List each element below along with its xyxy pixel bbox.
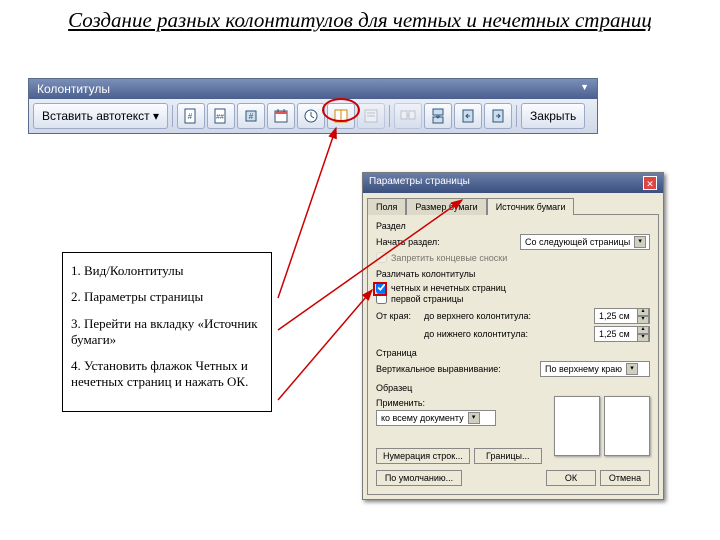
dialog-title-text: Параметры страницы — [369, 176, 470, 190]
close-toolbar-button[interactable]: Закрыть — [521, 103, 585, 129]
instruction-step-3: 3. Перейти на вкладку «Источник бумаги» — [71, 316, 263, 349]
tab-paper-size[interactable]: Размер бумаги — [406, 198, 486, 215]
to-header-label: до верхнего колонтитула: — [424, 311, 590, 321]
apply-to-value: ко всему документу — [381, 413, 464, 423]
first-page-label: первой страницы — [391, 294, 463, 304]
same-as-previous-icon[interactable] — [394, 103, 422, 129]
page-title: Создание разных колонтитулов для четных … — [0, 0, 720, 37]
start-section-label: Начать раздел: — [376, 237, 516, 247]
tab-paper-source[interactable]: Источник бумаги — [487, 198, 575, 215]
toolbar-separator — [389, 105, 390, 127]
insert-autotext-button[interactable]: Вставить автотекст ▾ — [33, 103, 168, 129]
borders-button[interactable]: Границы... — [474, 448, 542, 464]
chevron-down-icon: ▾ — [634, 236, 646, 248]
toolbar-separator — [172, 105, 173, 127]
cancel-button[interactable]: Отмена — [600, 470, 650, 486]
show-next-icon[interactable] — [484, 103, 512, 129]
apply-to-label: Применить: — [376, 398, 550, 408]
spin-down-icon[interactable]: ▾ — [637, 334, 649, 342]
dialog-titlebar: Параметры страницы ✕ — [363, 173, 663, 193]
dialog-buttons: По умолчанию... ОК Отмена — [376, 470, 650, 486]
header-distance-value: 1,25 см — [595, 311, 637, 321]
headers-footers-toolbar: Колонтитулы ▼ Вставить автотекст ▾ # ## … — [28, 78, 598, 134]
instruction-step-2: 2. Параметры страницы — [71, 289, 263, 305]
line-numbers-button[interactable]: Нумерация строк... — [376, 448, 470, 464]
spin-up-icon[interactable]: ▴ — [637, 326, 649, 334]
toolbar-body: Вставить автотекст ▾ # ## # Закрыть — [29, 99, 597, 133]
switch-header-footer-icon[interactable] — [424, 103, 452, 129]
show-previous-icon[interactable] — [454, 103, 482, 129]
section-group: Раздел Начать раздел: Со следующей стран… — [376, 221, 650, 263]
page-setup-dialog: Параметры страницы ✕ Поля Размер бумаги … — [362, 172, 664, 500]
date-icon[interactable] — [267, 103, 295, 129]
time-icon[interactable] — [297, 103, 325, 129]
preview-page — [554, 396, 600, 456]
valign-label: Вертикальное выравнивание: — [376, 364, 536, 374]
suppress-endnotes-label: Запретить концевые сноски — [391, 253, 507, 263]
first-page-checkbox[interactable] — [376, 293, 387, 304]
page-group-label: Страница — [376, 348, 650, 358]
show-document-text-icon[interactable] — [357, 103, 385, 129]
default-button[interactable]: По умолчанию... — [376, 470, 462, 486]
chevron-down-icon: ▾ — [626, 363, 638, 375]
page-number-icon[interactable]: # — [177, 103, 205, 129]
toolbar-dropdown-arrow[interactable]: ▼ — [580, 82, 589, 96]
section-label: Раздел — [376, 221, 650, 231]
toolbar-separator — [516, 105, 517, 127]
page-group: Страница Вертикальное выравнивание: По в… — [376, 348, 650, 377]
svg-text:##: ## — [216, 114, 224, 121]
odd-even-checkbox[interactable] — [376, 282, 387, 293]
from-edge-label: От края: — [376, 311, 420, 321]
headers-footers-group: Различать колонтитулы четных и нечетных … — [376, 269, 650, 342]
footer-distance-spinner[interactable]: 1,25 см ▴▾ — [594, 326, 650, 342]
header-distance-spinner[interactable]: 1,25 см ▴▾ — [594, 308, 650, 324]
preview-page — [604, 396, 650, 456]
suppress-endnotes-checkbox — [376, 252, 387, 263]
spin-down-icon[interactable]: ▾ — [637, 316, 649, 324]
preview-area — [554, 396, 650, 456]
dialog-body: Раздел Начать раздел: Со следующей стран… — [367, 214, 659, 495]
spin-up-icon[interactable]: ▴ — [637, 308, 649, 316]
odd-even-label: четных и нечетных страниц — [391, 283, 506, 293]
ok-button[interactable]: ОК — [546, 470, 596, 486]
sample-group: Образец Применить: ко всему документу ▾ … — [376, 383, 650, 464]
instruction-box: 1. Вид/Колонтитулы 2. Параметры страницы… — [62, 252, 272, 412]
page-setup-icon[interactable] — [327, 103, 355, 129]
hf-group-label: Различать колонтитулы — [376, 269, 650, 279]
footer-distance-value: 1,25 см — [595, 329, 637, 339]
format-page-number-icon[interactable]: # — [237, 103, 265, 129]
apply-to-dropdown[interactable]: ко всему документу ▾ — [376, 410, 496, 426]
svg-text:#: # — [249, 112, 254, 121]
start-section-dropdown[interactable]: Со следующей страницы ▾ — [520, 234, 650, 250]
total-pages-icon[interactable]: ## — [207, 103, 235, 129]
tab-fields[interactable]: Поля — [367, 198, 406, 215]
svg-text:#: # — [188, 112, 193, 121]
close-icon[interactable]: ✕ — [643, 176, 657, 190]
to-footer-label: до нижнего колонтитула: — [424, 329, 590, 339]
instruction-step-1: 1. Вид/Колонтитулы — [71, 263, 263, 279]
valign-value: По верхнему краю — [545, 364, 622, 374]
toolbar-title-text: Колонтитулы — [37, 82, 110, 96]
dialog-tabs: Поля Размер бумаги Источник бумаги — [363, 193, 663, 214]
toolbar-titlebar: Колонтитулы ▼ — [29, 79, 597, 99]
chevron-down-icon: ▾ — [468, 412, 480, 424]
valign-dropdown[interactable]: По верхнему краю ▾ — [540, 361, 650, 377]
sample-label: Образец — [376, 383, 650, 393]
instruction-step-4: 4. Установить флажок Четных и нечетных с… — [71, 358, 263, 391]
start-section-value: Со следующей страницы — [525, 237, 630, 247]
